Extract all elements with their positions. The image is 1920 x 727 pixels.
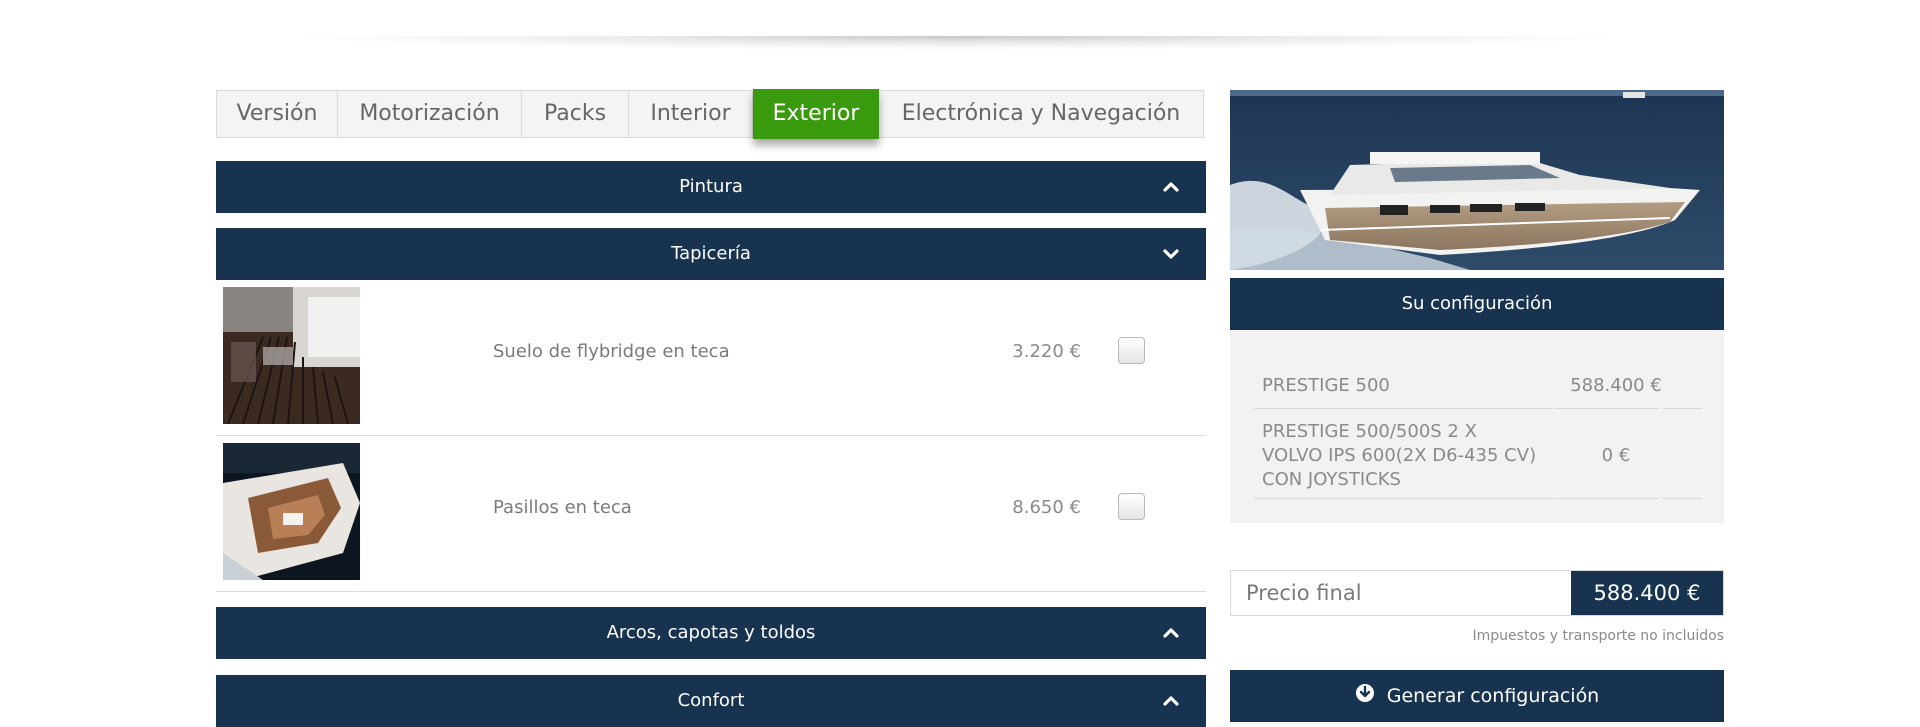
section-title: Confort xyxy=(677,690,745,711)
chevron-up-icon xyxy=(1162,161,1184,213)
config-row-divider xyxy=(1663,408,1702,409)
config-row-divider xyxy=(1555,498,1659,499)
config-row-divider xyxy=(1663,498,1702,499)
tab-electronica-navegacion[interactable]: Electrónica y Navegación xyxy=(879,91,1203,137)
config-item-name-line: PRESTIGE 500/500S 2 X xyxy=(1262,421,1477,442)
tax-note: Impuestos y transporte no incluidos xyxy=(1472,628,1724,644)
config-item-price: 588.400 € xyxy=(1570,375,1662,396)
option-price: 3.220 € xyxy=(1012,341,1081,362)
config-row-divider xyxy=(1254,408,1553,409)
tab-packs[interactable]: Packs xyxy=(522,91,629,137)
section-pintura-header[interactable]: Pintura xyxy=(216,161,1206,213)
config-item-name-line: VOLVO IPS 600(2X D6-435 CV) xyxy=(1262,445,1537,466)
config-item: PRESTIGE 500/500S 2 X VOLVO IPS 600(2X D… xyxy=(1254,420,1698,492)
teak-walkways-boat-photo xyxy=(223,443,360,580)
section-title: Pintura xyxy=(679,176,743,197)
config-item-name: PRESTIGE 500 xyxy=(1262,375,1390,396)
teak-flybridge-floor-photo xyxy=(223,287,360,425)
final-price-value: 588.400 € xyxy=(1571,571,1723,615)
section-tapiceria-header[interactable]: Tapicería xyxy=(216,228,1206,280)
tab-interior[interactable]: Interior xyxy=(629,91,753,137)
final-price-label: Precio final xyxy=(1246,581,1362,605)
config-tabs: Versión Motorización Packs Interior Exte… xyxy=(216,89,1204,139)
option-checkbox[interactable] xyxy=(1118,337,1145,364)
generate-configuration-button[interactable]: Generar configuración xyxy=(1230,670,1724,722)
section-title: Tapicería xyxy=(671,243,751,264)
config-summary-header: Su configuración xyxy=(1230,278,1724,330)
tab-exterior[interactable]: Exterior xyxy=(753,89,879,139)
option-checkbox[interactable] xyxy=(1118,493,1145,520)
config-row-divider xyxy=(1254,498,1553,499)
section-confort-header[interactable]: Confort xyxy=(216,675,1206,727)
option-name: Pasillos en teca xyxy=(493,497,632,518)
config-item: PRESTIGE 500 588.400 € xyxy=(1254,374,1698,398)
chevron-down-icon xyxy=(1162,228,1184,280)
generate-configuration-label: Generar configuración xyxy=(1386,685,1600,707)
final-price-box: Precio final 588.400 € xyxy=(1230,570,1724,616)
download-icon xyxy=(1355,671,1375,723)
tab-motorizacion[interactable]: Motorización xyxy=(338,91,522,137)
chevron-up-icon xyxy=(1162,675,1184,727)
config-summary-title: Su configuración xyxy=(1401,293,1553,314)
yacht-photo xyxy=(1230,90,1724,270)
header-divider-shadow xyxy=(280,36,1630,50)
section-arcos-header[interactable]: Arcos, capotas y toldos xyxy=(216,607,1206,659)
option-name: Suelo de flybridge en teca xyxy=(493,341,730,362)
config-item-name-line: CON JOYSTICKS xyxy=(1262,469,1401,490)
config-row-divider xyxy=(1555,408,1659,409)
option-price: 8.650 € xyxy=(1012,497,1081,518)
config-summary: PRESTIGE 500 588.400 € PRESTIGE 500/500S… xyxy=(1230,330,1724,523)
chevron-up-icon xyxy=(1162,607,1184,659)
config-item-price: 0 € xyxy=(1601,445,1631,466)
tab-version[interactable]: Versión xyxy=(217,91,338,137)
option-row: Suelo de flybridge en teca 3.220 € xyxy=(216,280,1206,436)
section-title: Arcos, capotas y toldos xyxy=(606,622,816,643)
option-row: Pasillos en teca 8.650 € xyxy=(216,436,1206,592)
